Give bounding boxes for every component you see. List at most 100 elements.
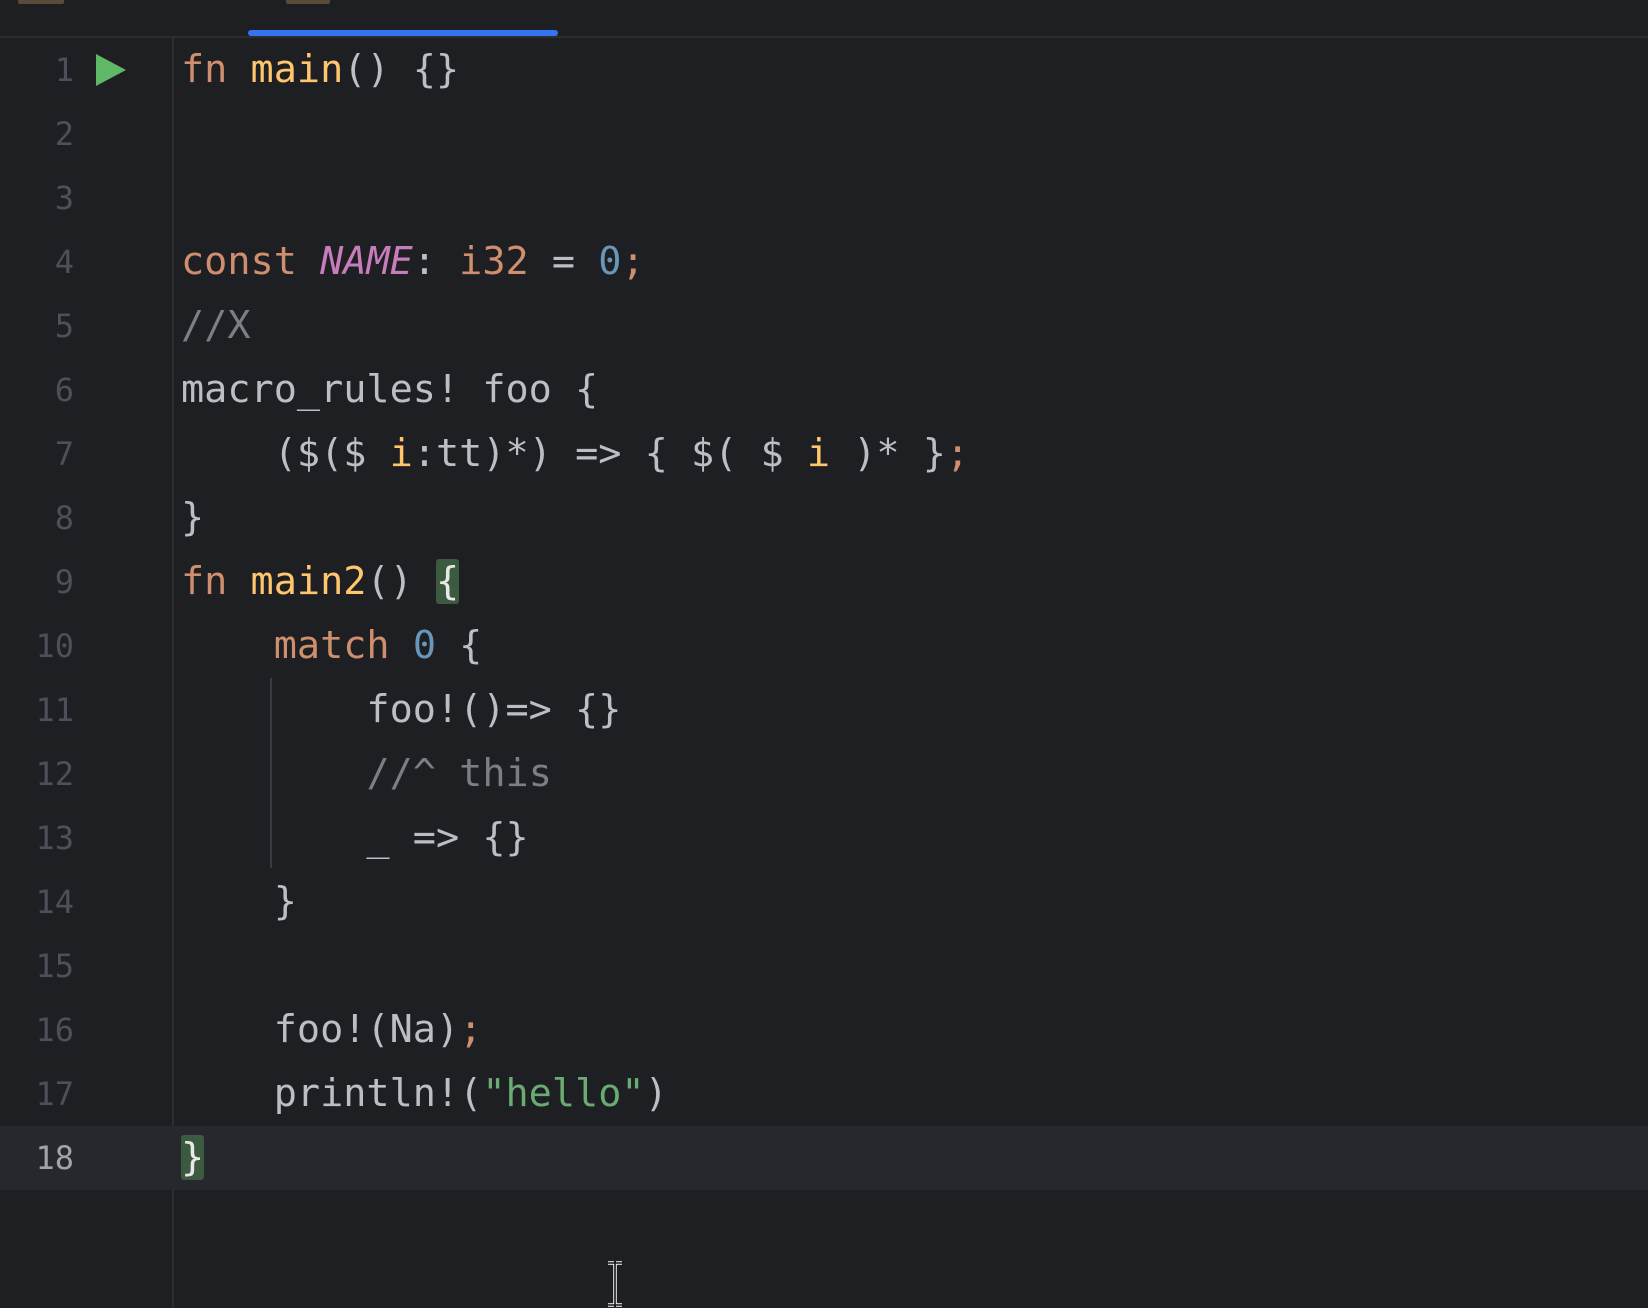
code-line[interactable]: 11 foo!()=> {}: [0, 678, 1648, 742]
code-text[interactable]: //X: [181, 294, 251, 358]
code-token: println!(: [181, 1071, 483, 1116]
editor-tab-bar: [0, 0, 1648, 38]
code-text[interactable]: ($($ i:tt)*) => { $( $ i )* };: [181, 422, 969, 486]
tab-file-icon-active-partial[interactable]: [286, 0, 330, 4]
code-token: )* }: [830, 431, 946, 476]
code-token: :: [412, 239, 460, 284]
line-number[interactable]: 1: [0, 38, 74, 102]
code-token: (): [366, 559, 436, 604]
matched-brace: }: [181, 1135, 205, 1180]
code-editor[interactable]: 1 fn main() {} 2 3 4 const NAME: i32 = 0; 5//X…: [0, 38, 1648, 1308]
code-line[interactable]: 4 const NAME: i32 = 0;: [0, 230, 1648, 294]
code-token: }: [181, 495, 205, 540]
code-text[interactable]: foo!()=> {}: [181, 678, 621, 742]
line-number[interactable]: 15: [0, 934, 74, 998]
text-cursor-icon: [608, 1261, 622, 1307]
code-line[interactable]: 3: [0, 166, 1648, 230]
line-number[interactable]: 10: [0, 614, 74, 678]
code-token: ;: [459, 1007, 483, 1052]
line-number[interactable]: 7: [0, 422, 74, 486]
code-line[interactable]: 2: [0, 102, 1648, 166]
code-text[interactable]: //^ this: [181, 742, 552, 806]
code-token: foo!(Na): [181, 1007, 460, 1052]
line-number[interactable]: 8: [0, 486, 74, 550]
code-line[interactable]: 15: [0, 934, 1648, 998]
code-token: macro_rules! foo {: [181, 367, 599, 412]
line-number[interactable]: 11: [0, 678, 74, 742]
code-token: fn: [181, 47, 228, 92]
code-line[interactable]: 14 }: [0, 870, 1648, 934]
code-text[interactable]: println!("hello"): [181, 1062, 668, 1126]
code-line[interactable]: 5 //X: [0, 294, 1648, 358]
code-text[interactable]: foo!(Na);: [181, 998, 483, 1062]
code-token: i32: [459, 239, 529, 284]
code-line[interactable]: 10 match 0 {: [0, 614, 1648, 678]
line-number[interactable]: 13: [0, 806, 74, 870]
code-line[interactable]: 17 println!("hello"): [0, 1062, 1648, 1126]
code-line[interactable]: 16 foo!(Na);: [0, 998, 1648, 1062]
tab-file-icon-partial[interactable]: [18, 0, 64, 4]
code-token: NAME: [320, 239, 413, 284]
code-text[interactable]: macro_rules! foo {: [181, 358, 598, 422]
code-token: }: [181, 879, 297, 924]
code-token: =: [528, 239, 599, 284]
code-text[interactable]: _ => {}: [181, 806, 529, 870]
code-token: i: [389, 431, 413, 476]
code-token: //X: [181, 303, 251, 348]
line-number[interactable]: 14: [0, 870, 74, 934]
code-text[interactable]: const NAME: i32 = 0;: [181, 230, 645, 294]
line-number[interactable]: 12: [0, 742, 74, 806]
code-token: "hello": [482, 1071, 645, 1116]
code-token: 0: [598, 239, 622, 284]
code-token: :tt)*) => { $( $: [412, 431, 807, 476]
code-token: ;: [621, 239, 645, 284]
line-number[interactable]: 2: [0, 102, 74, 166]
code-token: ($($: [181, 431, 390, 476]
code-token: ): [644, 1071, 668, 1116]
code-token: const: [181, 239, 297, 284]
code-token: foo!()=> {}: [181, 687, 622, 732]
line-number[interactable]: 9: [0, 550, 74, 614]
matched-brace: {: [436, 559, 460, 604]
code-token: () {}: [343, 47, 460, 92]
code-line[interactable]: 9 fn main2() {: [0, 550, 1648, 614]
line-number[interactable]: 6: [0, 358, 74, 422]
code-token: 0: [412, 623, 436, 668]
code-line[interactable]: 1 fn main() {}: [0, 38, 1648, 102]
code-token: _ => {}: [181, 815, 529, 860]
code-token: i: [806, 431, 831, 476]
code-token: {: [436, 623, 483, 668]
code-text[interactable]: match 0 {: [181, 614, 483, 678]
line-number[interactable]: 3: [0, 166, 74, 230]
code-token: match: [273, 623, 390, 668]
code-line[interactable]: 8}: [0, 486, 1648, 550]
code-line[interactable]: 12 //^ this: [0, 742, 1648, 806]
code-text[interactable]: fn main2() {: [181, 550, 460, 614]
code-text[interactable]: }: [181, 870, 297, 934]
code-token: main: [250, 47, 344, 92]
code-token: //^ this: [366, 751, 552, 796]
code-text[interactable]: fn main() {}: [181, 38, 459, 102]
code-token: ;: [945, 431, 970, 476]
line-number[interactable]: 5: [0, 294, 74, 358]
line-number[interactable]: 18: [0, 1126, 74, 1190]
line-number[interactable]: 17: [0, 1062, 74, 1126]
code-token: main2: [250, 559, 367, 604]
code-line[interactable]: 6 macro_rules! foo {: [0, 358, 1648, 422]
line-number[interactable]: 16: [0, 998, 74, 1062]
code-line[interactable]: 13 _ => {}: [0, 806, 1648, 870]
code-text[interactable]: }: [181, 486, 204, 550]
code-text[interactable]: }: [181, 1126, 205, 1190]
active-tab-indicator: [248, 30, 558, 36]
code-line[interactable]: 18}: [0, 1126, 1648, 1190]
code-line[interactable]: 7 ($($ i:tt)*) => { $( $ i )* };: [0, 422, 1648, 486]
line-number[interactable]: 4: [0, 230, 74, 294]
code-token: fn: [181, 559, 228, 604]
run-icon[interactable]: [96, 54, 126, 86]
